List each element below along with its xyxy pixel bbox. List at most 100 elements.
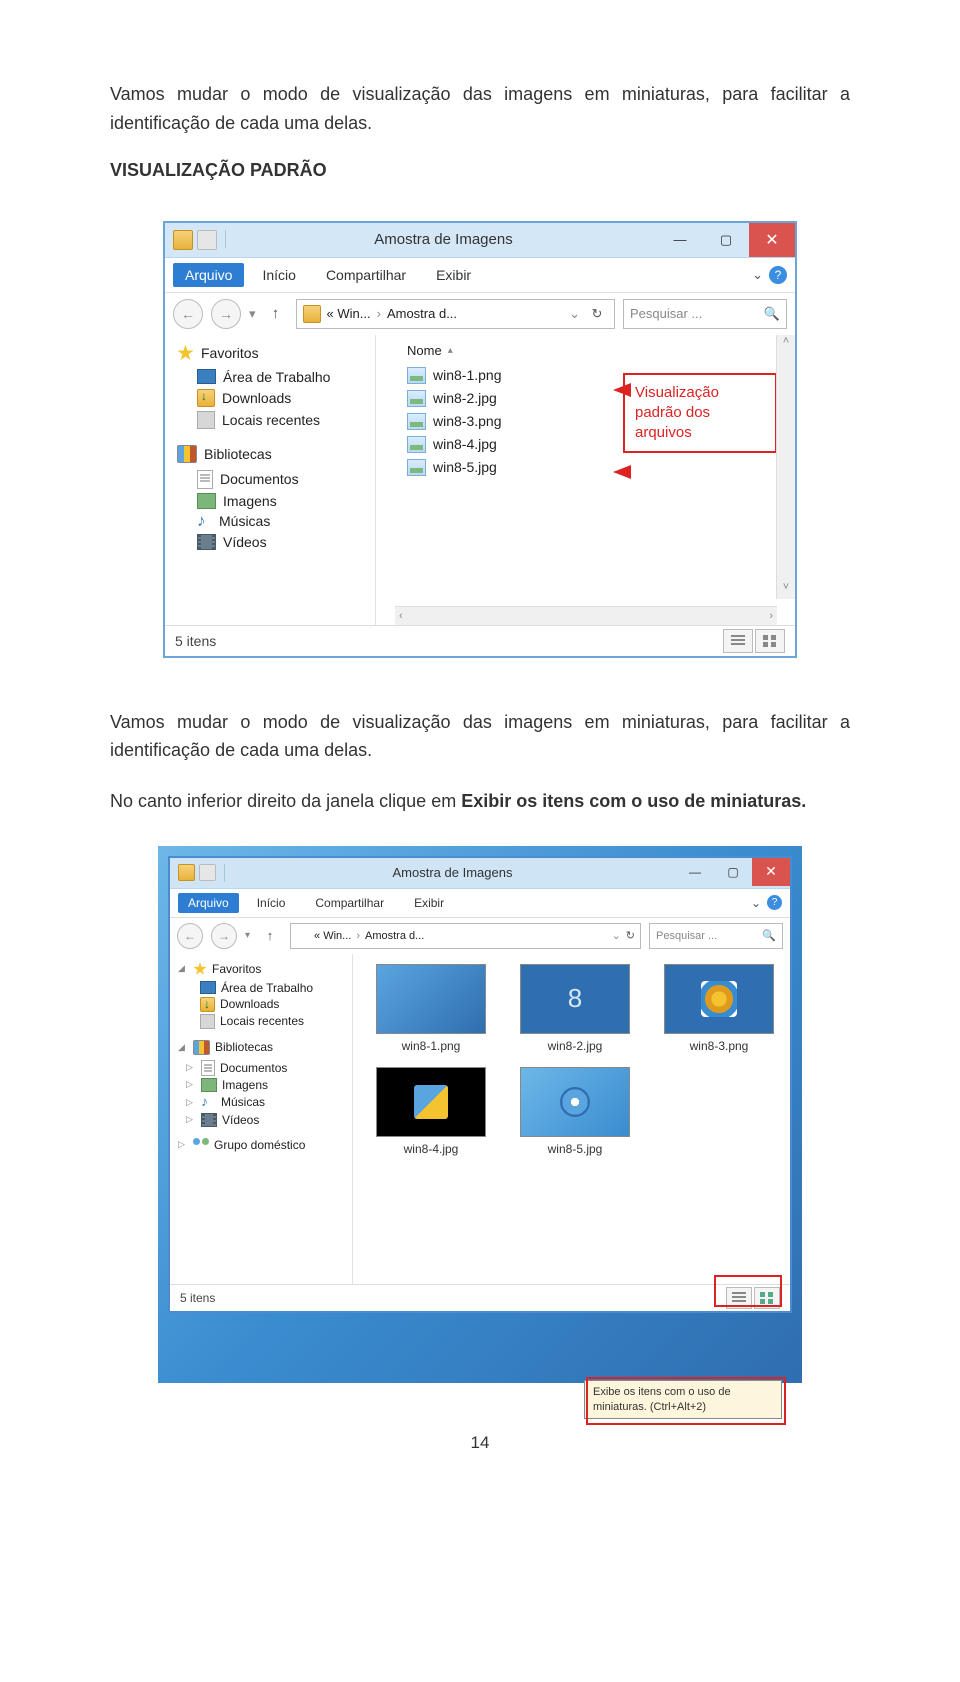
nav-back-button[interactable]: ← [173, 299, 203, 329]
maximize-button[interactable]: ▢ [714, 858, 752, 886]
tree-expand-icon[interactable]: ▷ [178, 1139, 188, 1150]
breadcrumb-segment[interactable]: Amostra d... [387, 306, 457, 321]
tree-expand-icon[interactable]: ▷ [186, 1079, 196, 1090]
sidebar-item-images[interactable]: Imagens [177, 491, 387, 511]
sidebar-item-videos[interactable]: Vídeos [177, 532, 387, 552]
sidebar-group-libraries[interactable]: Bibliotecas [177, 445, 387, 463]
address-bar[interactable]: « Win... › Amostra d... ⌄ ↻ [296, 299, 615, 329]
address-bar[interactable]: « Win... › Amostra d... ⌄ ↻ [290, 923, 641, 949]
view-details-button[interactable] [723, 629, 753, 653]
minimize-button[interactable]: — [676, 858, 714, 886]
file-row[interactable]: win8-5.jpg [407, 456, 783, 479]
thumbnail-label: win8-3.png [690, 1039, 749, 1053]
documents-icon [197, 470, 213, 489]
thumbnail-image: 8 [520, 964, 630, 1034]
close-button[interactable]: ✕ [752, 858, 790, 886]
sidebar-item-images[interactable]: ▷Imagens [178, 1077, 358, 1093]
sidebar-item-documents[interactable]: ▷Documentos [178, 1059, 358, 1077]
search-input[interactable]: Pesquisar ... 🔍 [649, 923, 783, 949]
nav-up-button[interactable]: ↑ [258, 924, 282, 948]
sidebar-item-music[interactable]: ♪Músicas [177, 511, 387, 532]
tree-expand-icon[interactable]: ▷ [186, 1062, 196, 1073]
help-icon[interactable]: ? [769, 266, 787, 284]
thumbnail-label: win8-4.jpg [404, 1142, 459, 1156]
file-thumbnail[interactable]: win8-4.jpg [372, 1067, 490, 1156]
tab-file[interactable]: Arquivo [178, 893, 239, 913]
sidebar-item-desktop[interactable]: Área de Trabalho [178, 980, 358, 996]
sidebar-group-favorites[interactable]: ◢Favoritos [178, 962, 358, 976]
help-icon[interactable]: ? [767, 895, 782, 910]
sidebar-group-homegroup[interactable]: ▷Grupo doméstico [178, 1138, 358, 1152]
sidebar-item-downloads[interactable]: Downloads [177, 387, 387, 409]
nav-forward-button[interactable]: → [211, 299, 241, 329]
file-thumbnail[interactable]: 8win8-2.jpg [516, 964, 634, 1053]
folder-icon [296, 929, 309, 942]
annotation-callout: Visualização padrão dos arquivos [623, 373, 777, 454]
homegroup-icon [193, 1138, 209, 1152]
status-bar: 5 itens [170, 1284, 790, 1311]
sidebar-item-documents[interactable]: Documentos [177, 468, 387, 491]
sidebar-item-desktop[interactable]: Área de Trabalho [177, 367, 387, 387]
breadcrumb-separator-icon: › [377, 306, 381, 321]
refresh-button[interactable]: ↻ [626, 929, 635, 942]
sidebar-group-favorites[interactable]: Favoritos [177, 345, 387, 362]
sidebar-item-recent[interactable]: Locais recentes [177, 409, 387, 431]
sidebar-item-videos[interactable]: ▷Vídeos [178, 1112, 358, 1128]
horizontal-scrollbar[interactable]: ‹› [395, 606, 777, 625]
tab-file[interactable]: Arquivo [173, 263, 244, 287]
nav-up-button[interactable]: ↑ [264, 302, 288, 326]
breadcrumb-segment[interactable]: Amostra d... [365, 930, 424, 942]
tree-expand-icon[interactable]: ▷ [186, 1097, 196, 1108]
nav-recent-caret-icon[interactable]: ▾ [245, 930, 250, 941]
file-thumbnail[interactable]: win8-3.png [660, 964, 778, 1053]
pane-splitter[interactable] [352, 954, 353, 1284]
tab-share[interactable]: Compartilhar [314, 263, 418, 287]
window-body: ◢Favoritos Área de Trabalho Downloads Lo… [170, 954, 790, 1284]
folder-icon [303, 305, 321, 323]
pane-splitter[interactable] [375, 335, 376, 625]
breadcrumb-segment[interactable]: « Win... [314, 930, 351, 942]
nav-back-button[interactable]: ← [177, 923, 203, 949]
ribbon-collapse-icon[interactable]: ⌄ [751, 896, 761, 910]
status-item-count: 5 itens [180, 1291, 215, 1305]
tree-collapse-icon[interactable]: ◢ [178, 963, 188, 974]
sidebar-item-downloads[interactable]: Downloads [178, 996, 358, 1013]
view-thumbnails-button[interactable] [754, 1287, 780, 1309]
address-dropdown-icon[interactable]: ⌄ [569, 306, 580, 322]
address-row: ← → ▾ ↑ « Win... › Amostra d... ⌄ ↻ [170, 918, 790, 954]
music-icon: ♪ [201, 1094, 216, 1111]
close-button[interactable]: ✕ [749, 223, 795, 257]
tab-view[interactable]: Exibir [424, 263, 483, 287]
status-item-count: 5 itens [175, 633, 216, 649]
tab-home[interactable]: Início [250, 263, 307, 287]
column-header-name[interactable]: Nome▴ [407, 343, 783, 364]
view-thumbnails-button[interactable] [755, 629, 785, 653]
tab-home[interactable]: Início [245, 892, 298, 914]
view-details-button[interactable] [726, 1287, 752, 1309]
nav-recent-caret-icon[interactable]: ▾ [249, 306, 256, 322]
ribbon-collapse-icon[interactable]: ⌄ [752, 267, 763, 283]
search-input[interactable]: Pesquisar ... 🔍 [623, 299, 787, 329]
maximize-button[interactable]: ▢ [703, 223, 749, 257]
file-thumbnail[interactable]: win8-5.jpg [516, 1067, 634, 1156]
search-placeholder: Pesquisar ... [630, 306, 702, 321]
file-thumbnail[interactable]: win8-1.png [372, 964, 490, 1053]
tab-view[interactable]: Exibir [402, 892, 456, 914]
star-icon [177, 345, 194, 362]
sidebar-item-recent[interactable]: Locais recentes [178, 1013, 358, 1030]
search-icon: 🔍 [764, 306, 780, 322]
breadcrumb-segment[interactable]: « Win... [327, 306, 371, 321]
minimize-button[interactable]: — [657, 223, 703, 257]
tree-collapse-icon[interactable]: ◢ [178, 1042, 188, 1053]
tab-share[interactable]: Compartilhar [303, 892, 396, 914]
tree-expand-icon[interactable]: ▷ [186, 1114, 196, 1125]
page-number: 14 [110, 1433, 850, 1453]
sidebar-item-music[interactable]: ▷♪Músicas [178, 1093, 358, 1112]
monitor-icon [197, 369, 216, 384]
nav-forward-button[interactable]: → [211, 923, 237, 949]
vertical-scrollbar[interactable]: ˄˅ [776, 335, 795, 599]
refresh-button[interactable]: ↻ [586, 303, 608, 325]
address-dropdown-icon[interactable]: ⌄ [612, 929, 621, 942]
sidebar-group-libraries[interactable]: ◢Bibliotecas [178, 1040, 358, 1055]
images-icon [201, 1078, 217, 1092]
